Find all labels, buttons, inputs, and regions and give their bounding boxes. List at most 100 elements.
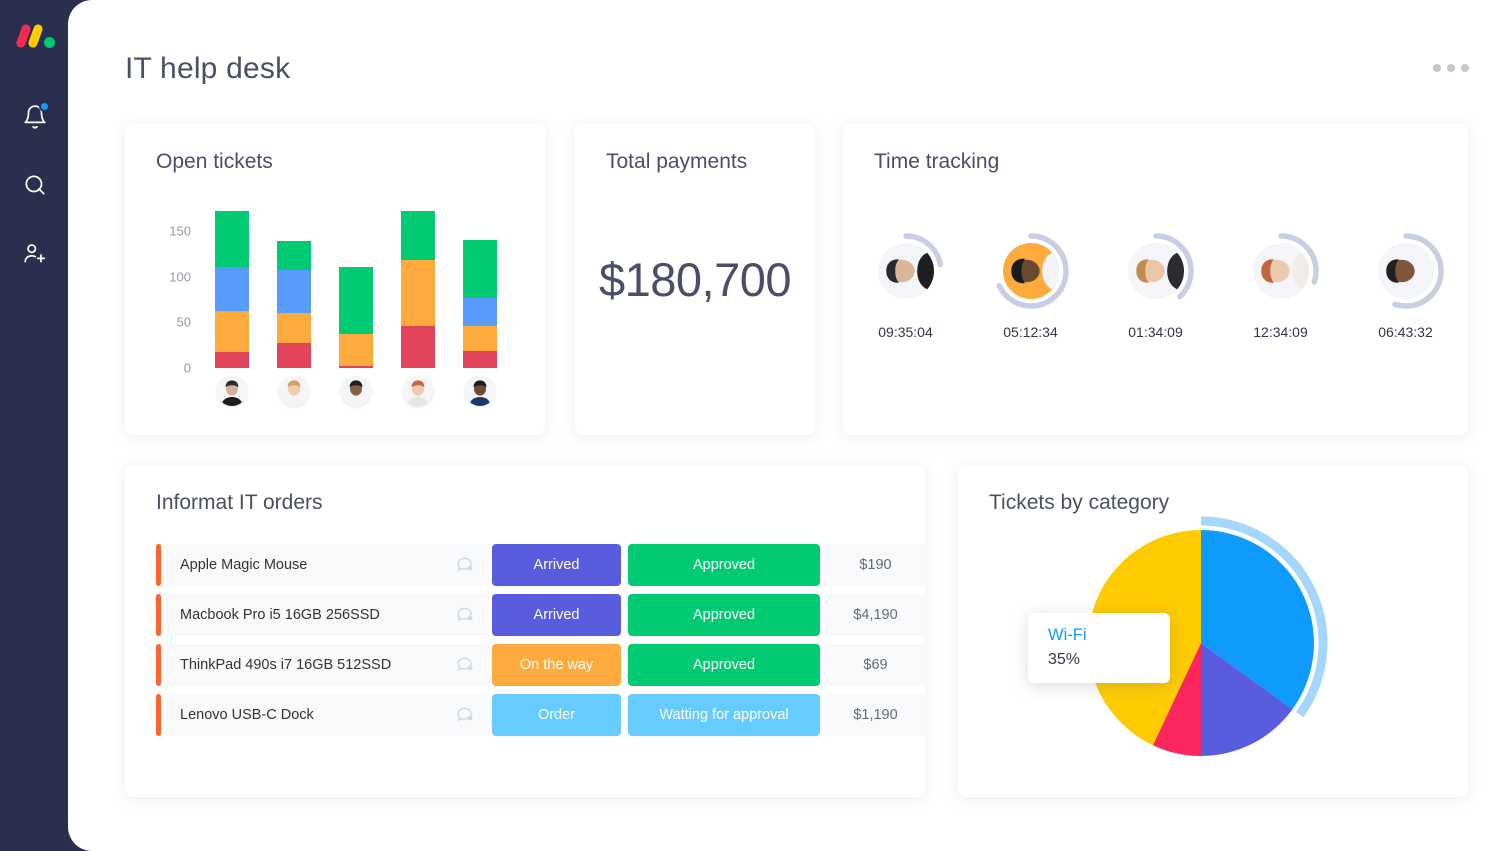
- bar-segment: [215, 311, 249, 352]
- order-price: $4,190: [824, 594, 927, 636]
- time-tracking-value: 09:35:04: [878, 324, 933, 340]
- time-tracking-item[interactable]: 12:34:09: [1218, 232, 1343, 340]
- pie-tooltip: Wi-Fi 35%: [1028, 613, 1170, 683]
- bar-segment: [215, 210, 249, 268]
- bar-chart-column[interactable]: [401, 210, 435, 368]
- time-tracking-item[interactable]: 05:12:34: [968, 232, 1093, 340]
- order-name: Apple Magic Mouse: [180, 557, 308, 573]
- sidebar-item-search[interactable]: [18, 168, 52, 202]
- page-title: IT help desk: [125, 52, 291, 85]
- bar-segment: [277, 270, 311, 314]
- time-tracking-value: 06:43:32: [1378, 324, 1433, 340]
- bar-chart-column[interactable]: [277, 240, 311, 368]
- bar-chart-y-tick: 100: [169, 269, 191, 285]
- comment-icon[interactable]: [454, 654, 476, 676]
- time-tracking-item[interactable]: 06:43:32: [1343, 232, 1468, 340]
- status-badge[interactable]: Arrived: [492, 544, 621, 586]
- bar-segment: [339, 266, 373, 335]
- order-price: $1,190: [824, 694, 927, 736]
- bar-segment: [339, 366, 373, 368]
- table-row: Macbook Pro i5 16GB 256SSD Arrived Approve…: [156, 594, 927, 636]
- bar-chart-avatar[interactable]: [279, 376, 309, 406]
- approval-badge[interactable]: Approved: [628, 544, 820, 586]
- progress-ring: [1117, 232, 1195, 310]
- time-tracking-item[interactable]: 09:35:04: [843, 232, 968, 340]
- progress-ring: [1367, 232, 1445, 310]
- row-accent-bar: [156, 544, 161, 586]
- invite-user-icon: [24, 244, 46, 263]
- status-badge[interactable]: Arrived: [492, 594, 621, 636]
- sidebar-item-notifications[interactable]: [18, 100, 52, 134]
- bar-segment: [339, 334, 373, 367]
- bar-segment: [401, 325, 435, 368]
- table-row: Apple Magic Mouse Arrived Approved $190: [156, 544, 927, 586]
- order-name-cell[interactable]: Lenovo USB-C Dock: [167, 694, 490, 736]
- approval-badge[interactable]: Approved: [628, 644, 820, 686]
- open-tickets-card: Open tickets 0 50 100 150: [125, 124, 545, 435]
- row-accent-bar: [156, 694, 161, 736]
- avatar: [877, 243, 934, 299]
- more-options-button[interactable]: [1433, 64, 1469, 72]
- bar-chart-column[interactable]: [339, 266, 373, 368]
- order-price: $190: [824, 544, 927, 586]
- comment-icon[interactable]: [454, 604, 476, 626]
- bar-chart-y-tick: 150: [169, 223, 191, 239]
- progress-ring: [992, 232, 1070, 310]
- bar-segment: [463, 350, 497, 368]
- row-accent-bar: [156, 594, 161, 636]
- avatar: [1252, 243, 1309, 299]
- time-tracking-title: Time tracking: [874, 150, 1000, 173]
- time-tracking-item[interactable]: 01:34:09: [1093, 232, 1218, 340]
- pie-tooltip-value: 35%: [1048, 651, 1081, 668]
- orders-title: Informat IT orders: [156, 491, 323, 514]
- status-badge[interactable]: Order: [492, 694, 621, 736]
- progress-ring: [867, 232, 945, 310]
- bar-chart-avatar[interactable]: [403, 376, 433, 406]
- time-tracking-list: 09:35:04 05:12:34 01:34:09 12:34:09 06:43:32: [843, 232, 1468, 372]
- bar-chart-column[interactable]: [215, 210, 249, 368]
- orders-table: Apple Magic Mouse Arrived Approved $190 Macb…: [156, 544, 927, 744]
- comment-icon[interactable]: [454, 704, 476, 726]
- notification-badge: [39, 101, 50, 112]
- monday-logo[interactable]: [13, 22, 57, 50]
- order-name-cell[interactable]: Macbook Pro i5 16GB 256SSD: [167, 594, 490, 636]
- order-name-cell[interactable]: Apple Magic Mouse: [167, 544, 490, 586]
- bar-segment: [401, 260, 435, 326]
- sidebar-item-invite[interactable]: [18, 236, 52, 270]
- bar-segment: [463, 297, 497, 326]
- bar-chart-x-axis-avatars: [201, 376, 511, 410]
- status-badge[interactable]: On the way: [492, 644, 621, 686]
- comment-icon[interactable]: [454, 554, 476, 576]
- bar-chart-avatar[interactable]: [341, 376, 371, 406]
- pie-tooltip-label: Wi-Fi: [1048, 626, 1087, 644]
- logo-dot-green: [44, 37, 55, 48]
- approval-badge[interactable]: Approved: [628, 594, 820, 636]
- bar-chart-plot: [201, 208, 511, 368]
- time-tracking-value: 12:34:09: [1253, 324, 1308, 340]
- open-tickets-title: Open tickets: [156, 150, 273, 173]
- bar-chart-y-tick: 0: [183, 360, 191, 376]
- order-name-cell[interactable]: ThinkPad 490s i7 16GB 512SSD: [167, 644, 490, 686]
- bar-segment: [277, 313, 311, 344]
- order-name: Macbook Pro i5 16GB 256SSD: [180, 607, 380, 623]
- bar-chart-avatar[interactable]: [217, 376, 247, 406]
- time-tracking-value: 01:34:09: [1128, 324, 1183, 340]
- avatar: [1127, 243, 1184, 299]
- approval-badge[interactable]: Watting for approval: [628, 694, 820, 736]
- time-tracking-value: 05:12:34: [1003, 324, 1058, 340]
- total-payments-card: Total payments $180,700: [575, 124, 815, 435]
- bar-segment: [463, 240, 497, 298]
- search-icon: [25, 175, 45, 195]
- bar-chart-avatar[interactable]: [465, 376, 495, 406]
- bar-segment: [463, 325, 497, 351]
- bar-chart-column[interactable]: [463, 240, 497, 368]
- tickets-by-category-card: Tickets by category Wi-Fi 35%: [958, 465, 1468, 797]
- bar-segment: [215, 351, 249, 368]
- time-tracking-card: Time tracking 09:35:04 05:12:34 01:34:09 12…: [843, 124, 1468, 435]
- total-payments-title: Total payments: [606, 150, 748, 173]
- orders-card: Informat IT orders Apple Magic Mouse Arri…: [125, 465, 927, 797]
- row-accent-bar: [156, 644, 161, 686]
- app-root: IT help desk Open tickets 0 50 100 150 Tota…: [0, 0, 1507, 851]
- open-tickets-chart: 0 50 100 150: [151, 208, 521, 406]
- bar-segment: [277, 343, 311, 368]
